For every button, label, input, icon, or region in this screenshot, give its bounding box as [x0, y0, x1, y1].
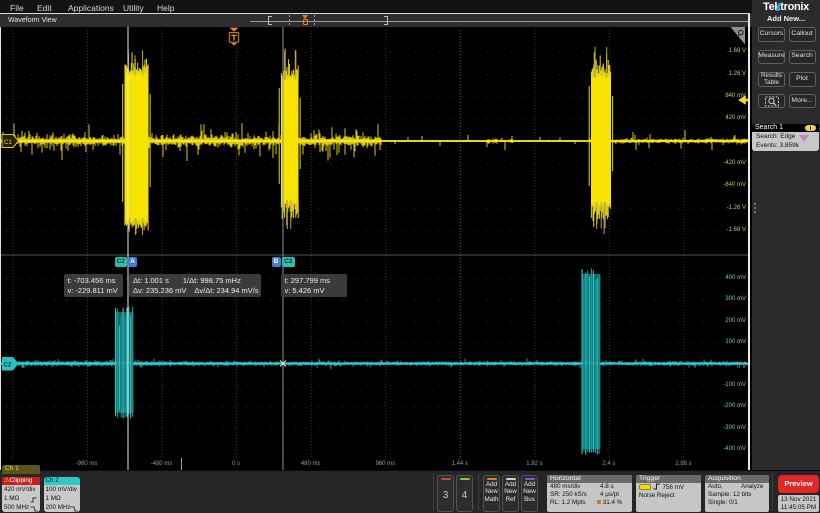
svg-text:C1: C1 [4, 140, 12, 146]
svg-text:C2: C2 [4, 363, 12, 369]
